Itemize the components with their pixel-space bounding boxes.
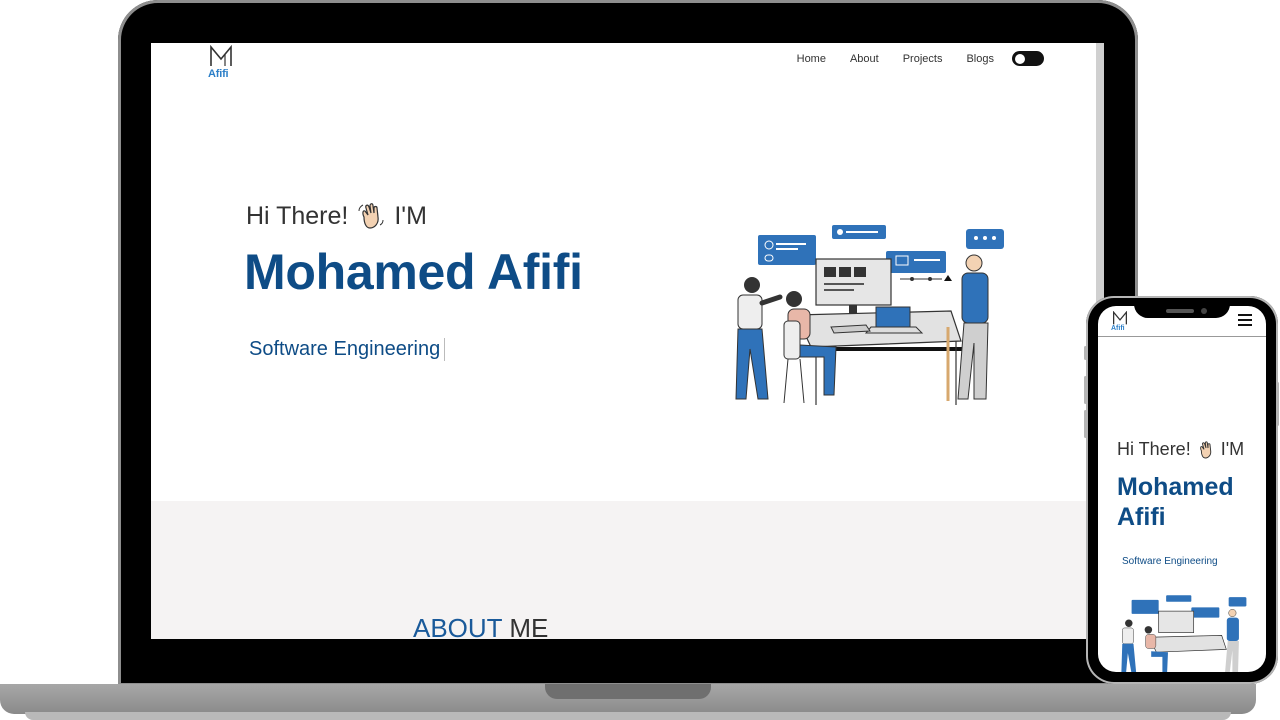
hero-role-typing: Software Engineering — [249, 338, 446, 361]
hamburger-menu-icon[interactable] — [1238, 313, 1252, 332]
phone-screen: Afifi Hi There! I'M Mohamed Afifi Softwa… — [1098, 306, 1266, 672]
phone-side-button — [1084, 346, 1087, 360]
site-header: Afifi Home About Projects Blogs — [151, 43, 1104, 83]
mobile-logo-text: Afifi — [1111, 325, 1125, 332]
about-section: ABOUT ME — [151, 501, 1096, 639]
hero-greeting: Hi There! I'M — [246, 201, 427, 231]
phone-camera — [1201, 308, 1207, 314]
mobile-hero-greeting: Hi There! I'M — [1117, 439, 1244, 460]
nav-home[interactable]: Home — [797, 53, 826, 65]
laptop-screen: Afifi Home About Projects Blogs Hi There… — [151, 43, 1104, 639]
laptop-notch — [545, 684, 711, 699]
about-title: ABOUT ME — [413, 613, 548, 639]
about-title-rest: ME — [502, 613, 549, 639]
phone-volume-up — [1084, 376, 1087, 404]
nav-blogs[interactable]: Blogs — [966, 53, 994, 65]
greeting-text: Hi There! — [246, 201, 349, 230]
mobile-greeting-text: Hi There! — [1117, 439, 1191, 459]
mobile-hero-name: Mohamed Afifi — [1117, 473, 1234, 531]
mobile-logo[interactable]: Afifi — [1111, 311, 1129, 333]
about-title-accent: ABOUT — [413, 613, 503, 639]
hero-name: Mohamed Afifi — [244, 244, 583, 300]
nav-about[interactable]: About — [850, 53, 879, 65]
mobile-developers-illustration — [1121, 595, 1247, 672]
theme-toggle-knob — [1015, 53, 1025, 64]
logo-mark-icon — [210, 45, 232, 66]
mobile-greeting-im: I'M — [1220, 439, 1245, 459]
phone-speaker — [1166, 309, 1194, 313]
developers-illustration — [735, 225, 1004, 405]
hero-section: Hi There! I'M Mohamed Afifi Software Eng… — [151, 83, 1096, 501]
phone-volume-down — [1084, 410, 1087, 438]
mobile-logo-mark-icon — [1113, 311, 1127, 325]
greeting-im: I'M — [394, 201, 427, 230]
laptop-base-edge — [25, 712, 1231, 720]
waving-hand-icon — [358, 203, 384, 229]
main-nav: Home About Projects Blogs — [797, 51, 1044, 66]
mobile-waving-hand-icon — [1199, 440, 1211, 458]
logo-text: Afifi — [208, 68, 229, 80]
theme-toggle[interactable] — [1012, 51, 1044, 66]
site-logo[interactable]: Afifi — [208, 45, 234, 81]
phone-power-button — [1276, 382, 1279, 426]
nav-projects[interactable]: Projects — [903, 53, 943, 65]
mobile-hero-role: Software Engineering — [1122, 556, 1218, 567]
